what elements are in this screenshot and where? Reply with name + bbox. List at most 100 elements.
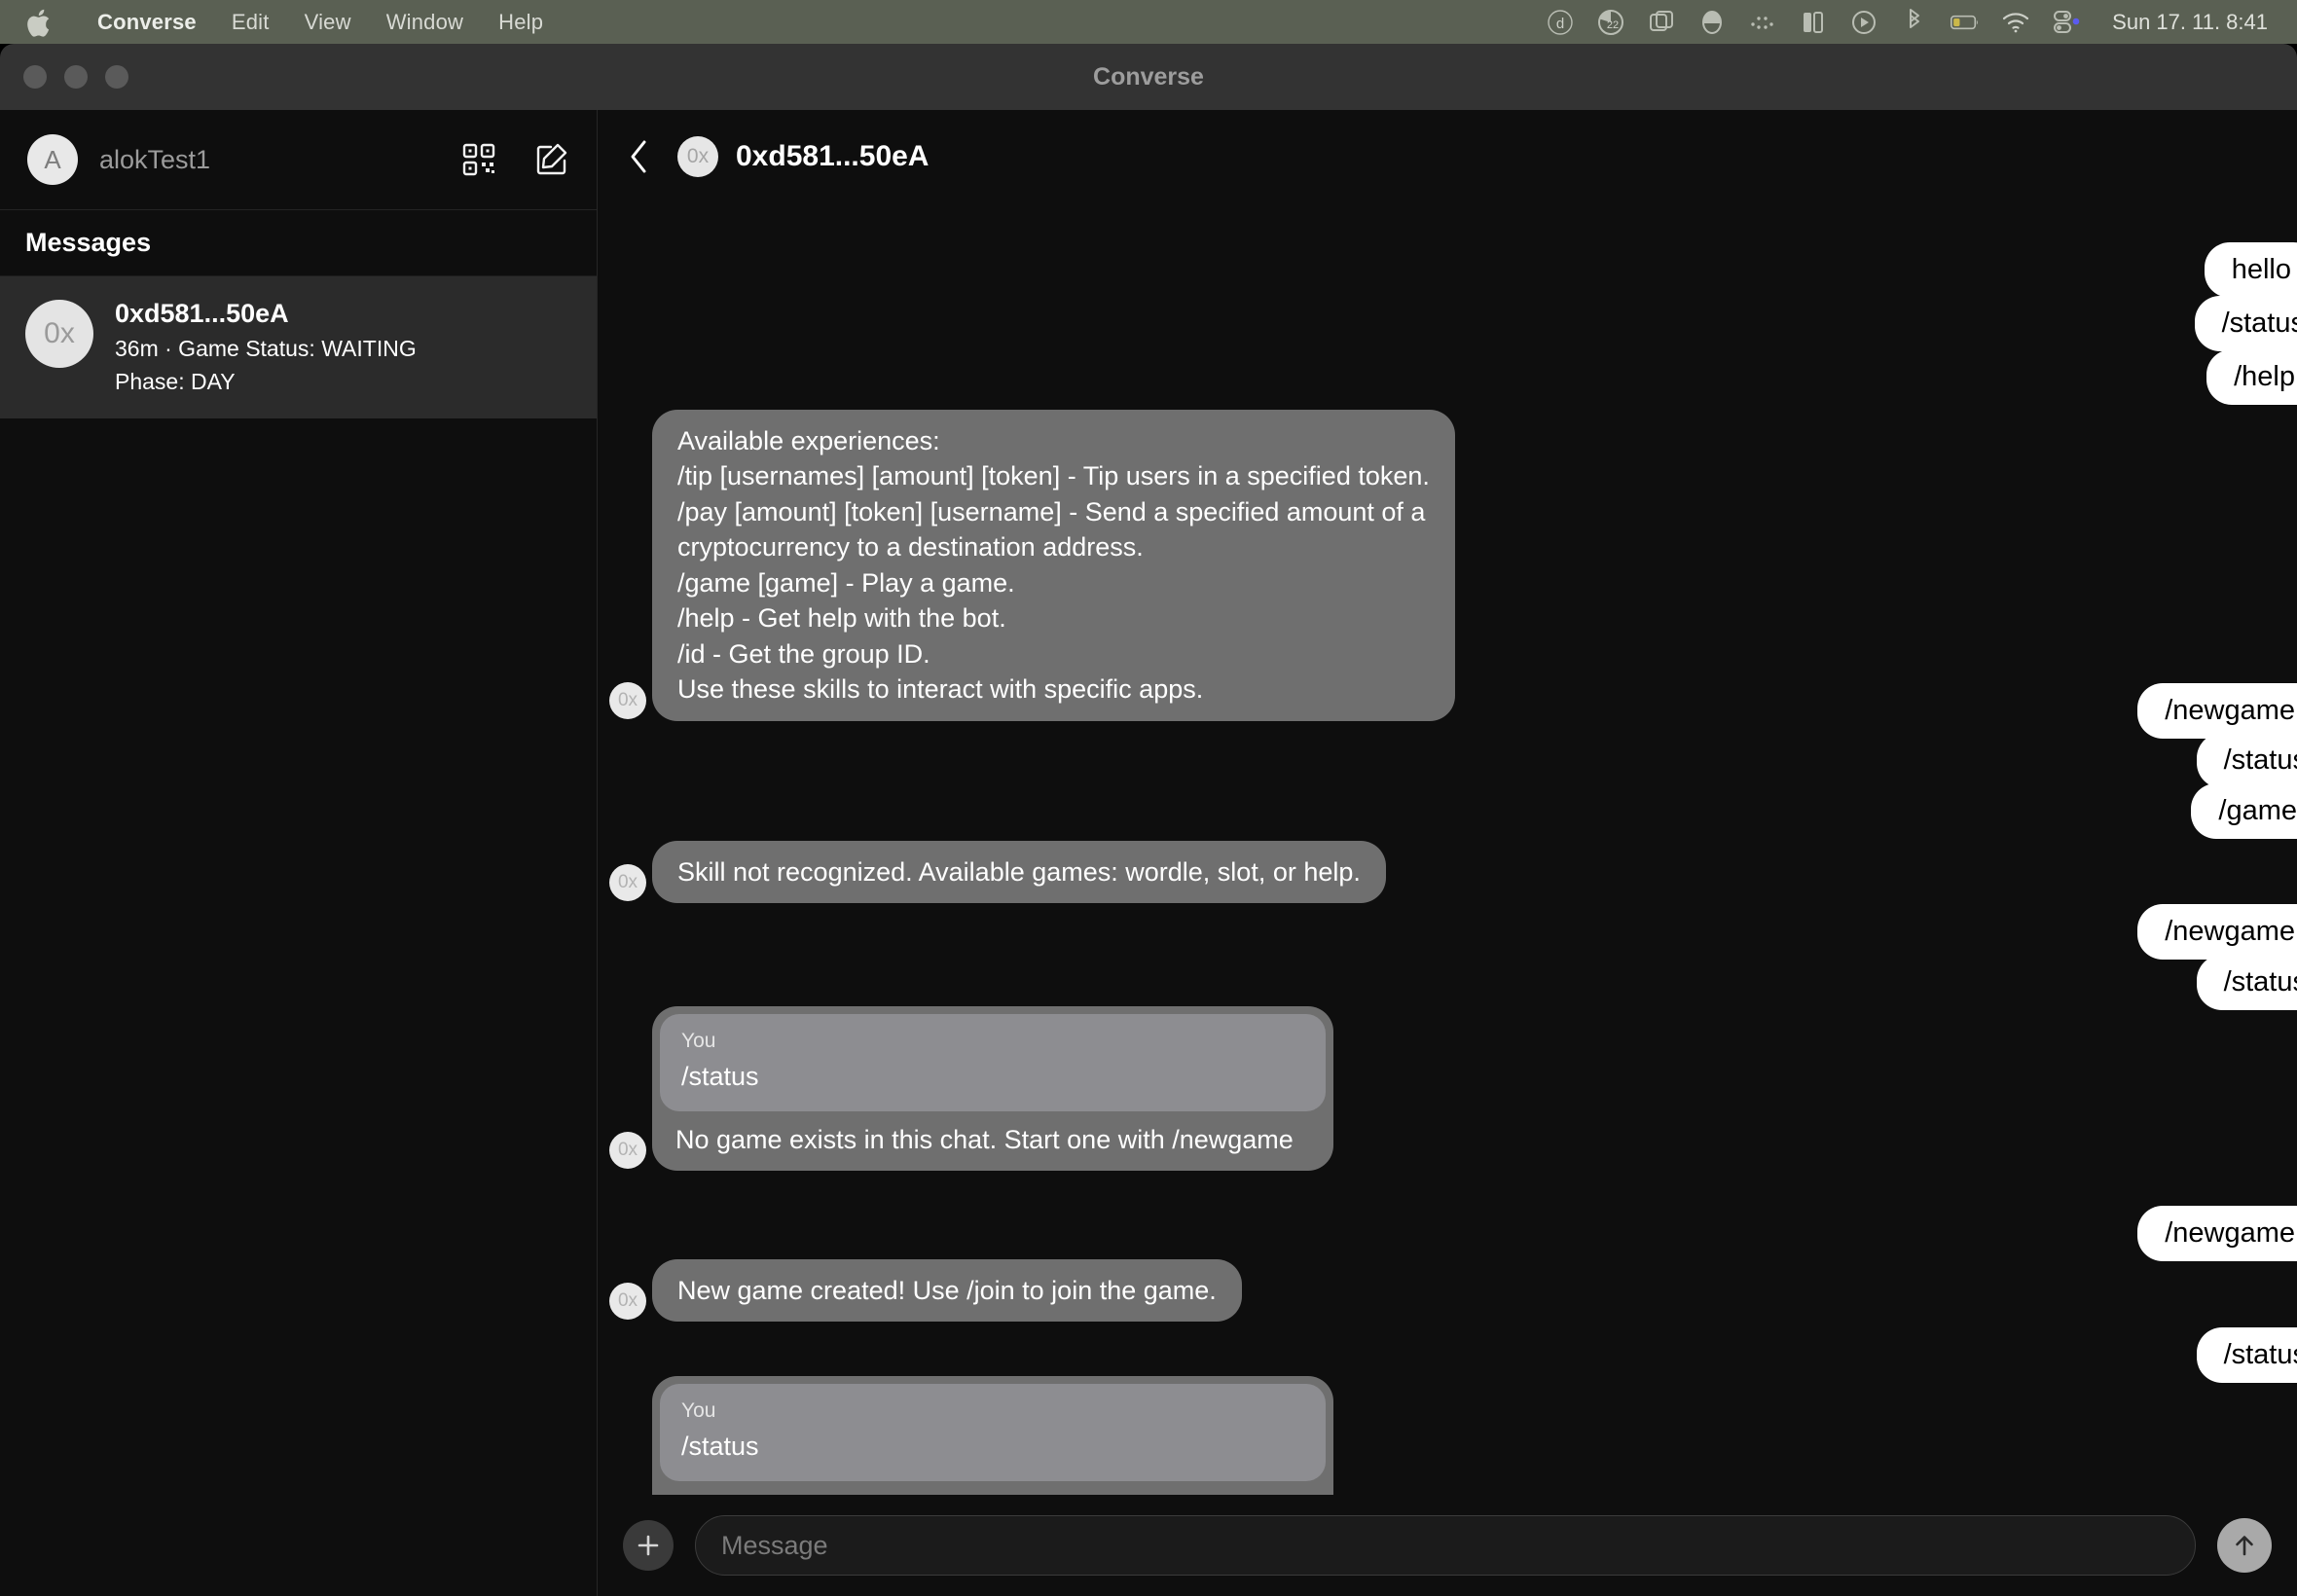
message-composer: Message bbox=[598, 1495, 2297, 1596]
message-row: hello bbox=[2204, 242, 2297, 298]
quote-author: You bbox=[681, 1030, 716, 1052]
sidebar-section-title: Messages bbox=[0, 210, 597, 276]
message-row: /status bbox=[2196, 733, 2297, 788]
split-view-icon[interactable] bbox=[1799, 8, 1828, 37]
window-controls bbox=[0, 65, 128, 89]
svg-text:22: 22 bbox=[1607, 19, 1619, 31]
quote-text: /status bbox=[681, 1432, 759, 1462]
bubble-line: /pay [amount] [token] [username] - Send … bbox=[677, 496, 1426, 526]
incoming-quote-bubble[interactable]: You /status No game exists in this chat.… bbox=[652, 1006, 1333, 1172]
bluetooth-icon[interactable] bbox=[1900, 8, 1929, 37]
incoming-bubble[interactable]: Skill not recognized. Available games: w… bbox=[652, 841, 1386, 904]
outgoing-bubble[interactable]: /status bbox=[2196, 733, 2297, 788]
message-row: 0x Skill not recognized. Available games… bbox=[609, 841, 1386, 904]
conversation-text: 0xd581...50eA 36m · Game Status: WAITING… bbox=[115, 298, 417, 397]
windows-stack-icon[interactable] bbox=[1647, 8, 1676, 37]
menu-item-window[interactable]: Window bbox=[369, 10, 481, 35]
add-attachment-button[interactable] bbox=[623, 1520, 674, 1571]
window-title: Converse bbox=[1093, 62, 1204, 91]
outgoing-bubble[interactable]: /status bbox=[2196, 955, 2297, 1010]
incoming-quote-bubble[interactable]: You /status No game exists in this chat.… bbox=[652, 1376, 1333, 1495]
message-row: 0x You /status No game exists in this ch… bbox=[609, 1006, 1333, 1172]
quoted-message[interactable]: You /status bbox=[660, 1384, 1326, 1482]
send-button[interactable] bbox=[2217, 1518, 2272, 1573]
outgoing-bubble[interactable]: hello bbox=[2204, 242, 2297, 298]
outgoing-bubble[interactable]: /status bbox=[2196, 1327, 2297, 1383]
message-row: /status bbox=[2196, 955, 2297, 1010]
message-row: /help bbox=[2206, 349, 2297, 405]
outgoing-bubble[interactable]: /help bbox=[2206, 349, 2297, 405]
message-input-placeholder: Message bbox=[721, 1530, 828, 1560]
menu-bar-items: Converse Edit View Window Help bbox=[25, 7, 561, 38]
outgoing-bubble[interactable]: /newgame bbox=[2137, 904, 2297, 960]
timer-22-icon[interactable]: 22 bbox=[1596, 8, 1625, 37]
quote-text: /status bbox=[681, 1062, 759, 1092]
account-avatar[interactable]: A bbox=[27, 134, 78, 185]
menu-item-view[interactable]: View bbox=[287, 10, 369, 35]
message-input[interactable]: Message bbox=[695, 1515, 2196, 1576]
menu-item-edit[interactable]: Edit bbox=[214, 10, 287, 35]
dots-icon[interactable] bbox=[1748, 8, 1777, 37]
message-row: /game bbox=[2191, 783, 2297, 839]
compose-icon[interactable] bbox=[534, 142, 569, 177]
window-title-bar: Converse bbox=[0, 44, 2297, 110]
outgoing-bubble[interactable]: /game bbox=[2191, 783, 2297, 839]
incoming-bubble[interactable]: New game created! Use /join to join the … bbox=[652, 1259, 1242, 1323]
bubble-line: /help - Get help with the bot. bbox=[677, 603, 1006, 634]
quoted-message[interactable]: You /status bbox=[660, 1014, 1326, 1112]
message-row: 0x New game created! Use /join to join t… bbox=[609, 1259, 1242, 1323]
bubble-line: Use these skills to interact with specif… bbox=[677, 674, 1204, 705]
menu-bar-clock[interactable]: Sun 17. 11. 8:41 bbox=[2112, 10, 2268, 35]
play-circle-icon[interactable] bbox=[1849, 8, 1878, 37]
sidebar-header-actions bbox=[462, 142, 569, 177]
qr-code-icon[interactable] bbox=[462, 143, 495, 176]
message-row: /newgame bbox=[2137, 683, 2297, 739]
conversation-title: 0xd581...50eA bbox=[115, 299, 289, 328]
macos-menu-bar: Converse Edit View Window Help d 22 Sun … bbox=[0, 0, 2297, 44]
bubble-line: /tip [usernames] [amount] [token] - Tip … bbox=[677, 461, 1430, 491]
bot-avatar: 0x bbox=[609, 681, 646, 719]
message-row: /status bbox=[2194, 296, 2297, 351]
control-center-icon[interactable] bbox=[2052, 8, 2081, 37]
bot-avatar: 0x bbox=[609, 1132, 646, 1170]
bot-avatar: 0x bbox=[609, 1283, 646, 1321]
conversation-status-line: 36m · Game Status: WAITING bbox=[115, 335, 417, 361]
outgoing-bubble[interactable]: /newgame bbox=[2137, 683, 2297, 739]
minimize-button[interactable] bbox=[64, 65, 88, 89]
message-list[interactable]: hello /status /help 0x Available experie… bbox=[598, 203, 2297, 1495]
d-letter-icon[interactable]: d bbox=[1546, 8, 1575, 37]
reply-text: No game exists in this chat. Start one w… bbox=[660, 1481, 1326, 1495]
account-name[interactable]: alokTest1 bbox=[99, 145, 210, 175]
message-row: /status bbox=[2196, 1327, 2297, 1383]
bot-avatar: 0x bbox=[609, 864, 646, 902]
apple-logo-icon[interactable] bbox=[25, 7, 55, 38]
message-row: /newgame bbox=[2137, 1206, 2297, 1261]
battery-icon[interactable] bbox=[1951, 8, 1980, 37]
outgoing-bubble[interactable]: /newgame bbox=[2137, 1206, 2297, 1261]
svg-text:d: d bbox=[1556, 16, 1564, 32]
conversation-avatar: 0x bbox=[25, 300, 93, 368]
back-icon[interactable] bbox=[617, 135, 660, 178]
wifi-icon[interactable] bbox=[2001, 8, 2030, 37]
bubble-line: /game [game] - Play a game. bbox=[677, 567, 1015, 598]
menu-item-help[interactable]: Help bbox=[481, 10, 561, 35]
maximize-button[interactable] bbox=[105, 65, 128, 89]
bubble-line: Skill not recognized. Available games: w… bbox=[677, 857, 1361, 887]
sidebar-header: A alokTest1 bbox=[0, 110, 597, 210]
window-body: A alokTest1 Messages 0x 0xd581...50eA 36… bbox=[0, 110, 2297, 1596]
incoming-bubble[interactable]: Available experiences: /tip [usernames] … bbox=[652, 410, 1455, 721]
close-button[interactable] bbox=[23, 65, 47, 89]
menu-item-converse[interactable]: Converse bbox=[80, 10, 214, 35]
outgoing-bubble[interactable]: /status bbox=[2194, 296, 2297, 351]
chat-header-avatar: 0x bbox=[677, 136, 718, 177]
conversation-list-item[interactable]: 0x 0xd581...50eA 36m · Game Status: WAIT… bbox=[0, 276, 597, 418]
chat-header-title[interactable]: 0xd581...50eA bbox=[736, 140, 929, 173]
message-row: 0x You /status No game exists in this ch… bbox=[609, 1376, 1333, 1495]
conversation-phase-line: Phase: DAY bbox=[115, 368, 236, 394]
bubble-line: New game created! Use /join to join the … bbox=[677, 1276, 1217, 1305]
bubble-line: Available experiences: bbox=[677, 426, 940, 455]
menu-bar-status-icons: d 22 Sun 17. 11. 8:41 bbox=[1546, 8, 2279, 37]
bubble-line: cryptocurrency to a destination address. bbox=[677, 532, 1144, 562]
dropbox-icon[interactable] bbox=[1697, 8, 1727, 37]
bubble-line: /id - Get the group ID. bbox=[677, 638, 930, 669]
